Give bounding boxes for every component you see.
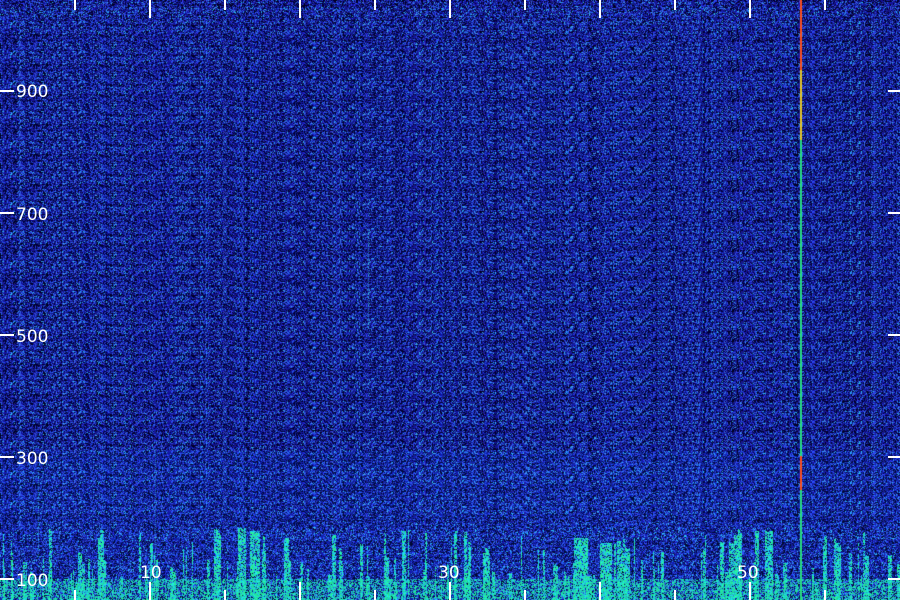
spectrogram-canvas xyxy=(0,0,900,600)
